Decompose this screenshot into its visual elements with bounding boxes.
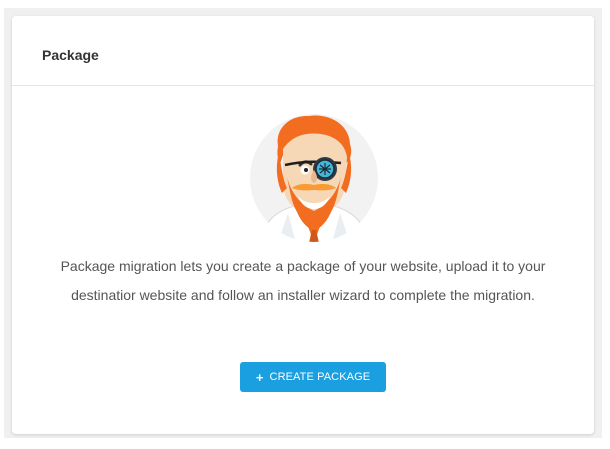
description-line-2: destinatior website and follow an instal… [71, 287, 535, 303]
card-body: Package migration lets you create a pack… [12, 86, 594, 434]
page-title: Package [42, 47, 99, 63]
migration-pirate-mascot-icon [250, 114, 378, 242]
page-background: Package Package migration lets you creat… [4, 8, 602, 438]
card-header: Package [12, 16, 594, 86]
create-package-label: CREATE PACKAGE [269, 371, 371, 383]
plus-icon: + [255, 369, 264, 385]
migration-description: Package migration lets you create a pack… [42, 252, 564, 310]
package-card: Package Package migration lets you creat… [12, 16, 594, 434]
description-line-1: Package migration lets you create a pack… [60, 258, 546, 274]
create-package-button[interactable]: + CREATE PACKAGE [240, 362, 386, 392]
